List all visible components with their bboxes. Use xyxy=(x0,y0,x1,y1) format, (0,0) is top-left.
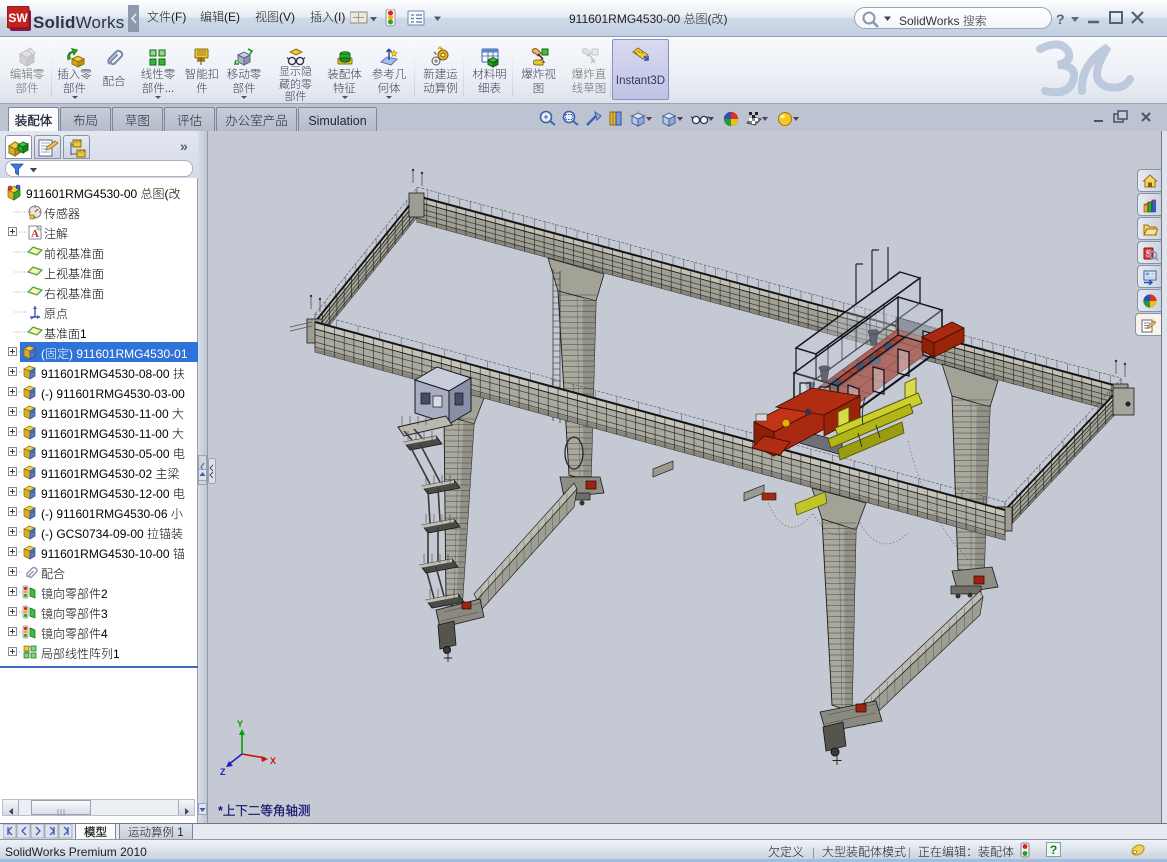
svg-text:SW: SW xyxy=(8,11,28,25)
svg-text:Z: Z xyxy=(220,767,226,777)
svg-text:Y: Y xyxy=(237,719,243,729)
svg-text:*上下二等角轴测: *上下二等角轴测 xyxy=(218,800,310,819)
svg-text:X: X xyxy=(270,756,276,766)
svg-text:?: ? xyxy=(1050,843,1057,857)
